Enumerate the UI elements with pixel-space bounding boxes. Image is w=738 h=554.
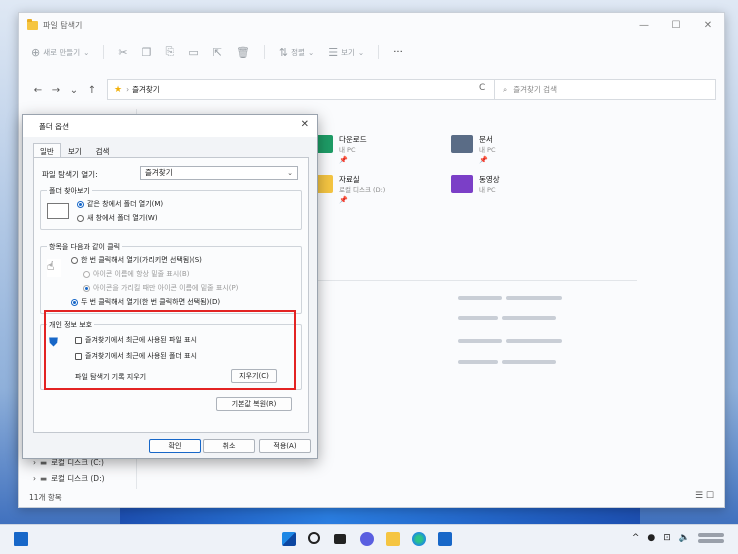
restore-defaults-button[interactable]: 기본값 복원(R) — [216, 397, 292, 411]
radio-underline-always[interactable]: 아이콘 이름에 항상 밑줄 표시(B) — [83, 269, 189, 279]
sidebar-item-disk-d[interactable]: › ▬ 로컬 디스크 (D:) — [33, 473, 105, 484]
sort-icon: ⇅ — [278, 45, 289, 59]
task-view-icon[interactable] — [334, 534, 346, 544]
quick-item-documents[interactable]: 문서 내 PC 📌 — [451, 135, 496, 165]
details-view-icon[interactable]: ☰ — [695, 491, 703, 501]
quick-item-downloads[interactable]: 다운로드 내 PC 📌 — [311, 135, 367, 165]
plus-icon: ⊕ — [31, 45, 41, 59]
quick-item-resources[interactable]: 자료실 로컬 디스크 (D:) 📌 — [311, 175, 385, 205]
radio-double-click[interactable]: 두 번 클릭해서 열기(한 번 클릭하면 선택됨)(D) — [71, 297, 220, 307]
close-button[interactable]: ✕ — [692, 13, 724, 37]
recent-file-row[interactable] — [458, 339, 562, 343]
forward-button[interactable]: → — [47, 85, 65, 96]
taskbar: ^ ● ⊡ 🔈 — [0, 524, 738, 554]
security-icon[interactable]: ● — [647, 533, 655, 543]
star-icon: ★ — [114, 84, 123, 95]
pin-icon: 📌 — [339, 156, 348, 164]
status-bar: 11개 항목 ☰ ☐ — [19, 487, 724, 507]
radio-single-click[interactable]: 한 번 클릭해서 열기(가리키면 선택됨)(S) — [71, 255, 202, 265]
start-icon[interactable] — [282, 532, 296, 546]
click-items-group: 항목을 다음과 같이 클릭 ☝ 한 번 클릭해서 열기(가리키면 선택됨)(S)… — [40, 242, 302, 314]
file-explorer-taskbar-icon[interactable] — [386, 532, 400, 546]
clock[interactable] — [698, 533, 724, 543]
address-path: 즐겨찾기 — [132, 85, 160, 94]
quick-item-videos[interactable]: 동영상 내 PC — [451, 175, 500, 195]
cut-icon[interactable]: ✂ — [118, 46, 127, 59]
search-icon[interactable] — [308, 532, 320, 544]
ok-button[interactable]: 확인 — [149, 439, 201, 453]
dialog-close-button[interactable]: ✕ — [301, 119, 309, 130]
recent-file-row[interactable] — [458, 316, 556, 320]
new-button[interactable]: ⊕ 새로 만들기 ⌄ — [31, 46, 89, 59]
view-icon: ☰ — [328, 45, 339, 59]
share-icon[interactable]: ⇱ — [213, 46, 222, 59]
paste-icon[interactable]: ⎘ — [166, 45, 175, 59]
widgets-icon[interactable] — [14, 532, 28, 546]
recent-file-row[interactable] — [458, 360, 556, 364]
title-bar: 파일 탐색기 — ☐ ✕ — [19, 13, 724, 37]
address-bar[interactable]: ★ › 즐겨찾기 — [107, 79, 503, 100]
recent-file-row[interactable] — [458, 296, 562, 300]
maximize-button[interactable]: ☐ — [660, 13, 692, 37]
dialog-title-bar: 폴더 옵션 ✕ — [23, 115, 317, 137]
videos-folder-icon — [451, 175, 473, 193]
up-button[interactable]: ↑ — [83, 85, 101, 96]
privacy-highlight-box — [44, 310, 296, 390]
volume-icon[interactable]: 🔈 — [679, 533, 690, 543]
apply-button[interactable]: 적용(A) — [259, 439, 311, 453]
open-explorer-label: 파일 탐색기 열기: — [42, 170, 98, 179]
pin-icon: 📌 — [339, 196, 348, 204]
rename-icon[interactable]: ▭ — [188, 46, 198, 59]
cancel-button[interactable]: 취소 — [203, 439, 255, 453]
chat-icon[interactable] — [360, 532, 374, 546]
copy-icon[interactable]: ❐ — [142, 46, 152, 59]
radio-same-window[interactable]: 같은 창에서 폴더 열기(M) — [77, 199, 163, 209]
sort-button[interactable]: ⇅ 정렬 ⌄ — [279, 46, 314, 59]
edge-icon[interactable] — [412, 532, 426, 546]
folder-options-dialog: 폴더 옵션 ✕ 일반 보기 검색 파일 탐색기 열기: 즐겨찾기 ⌄ 폴더 찾아… — [22, 114, 318, 459]
chevron-down-icon: ⌄ — [287, 169, 293, 177]
radio-new-window[interactable]: 새 창에서 폴더 열기(W) — [77, 213, 158, 223]
open-explorer-select[interactable]: 즐겨찾기 ⌄ — [140, 166, 298, 180]
store-icon[interactable] — [438, 532, 452, 546]
minimize-button[interactable]: — — [628, 13, 660, 37]
browse-folders-group: 폴더 찾아보기 같은 창에서 폴더 열기(M) 새 창에서 폴더 열기(W) — [40, 186, 302, 230]
command-bar: ⊕ 새로 만들기 ⌄ ✂ ❐ ⎘ ▭ ⇱ 🗑 ⇅ 정렬 ⌄ ☰ 보기 ⌄ ··· — [19, 39, 724, 65]
search-input[interactable]: ⌕ 즐겨찾기 검색 — [494, 79, 716, 100]
delete-icon[interactable]: 🗑 — [236, 46, 250, 59]
general-tab-panel: 파일 탐색기 열기: 즐겨찾기 ⌄ 폴더 찾아보기 같은 창에서 폴더 열기(M… — [33, 157, 309, 433]
back-button[interactable]: ← — [29, 85, 47, 96]
view-button[interactable]: ☰ 보기 ⌄ — [328, 46, 364, 59]
system-tray: ^ ● ⊡ 🔈 — [632, 533, 724, 543]
address-row: ← → ⌄ ↑ ★ › 즐겨찾기 C ⌕ 즐겨찾기 검색 — [19, 77, 724, 103]
pin-icon: 📌 — [479, 156, 488, 164]
recent-dropdown[interactable]: ⌄ — [65, 85, 83, 96]
cursor-click-icon: ☝ — [47, 259, 61, 277]
tiles-view-icon[interactable]: ☐ — [706, 491, 714, 501]
network-icon[interactable]: ⊡ — [663, 533, 671, 543]
folder-icon — [27, 18, 38, 30]
dialog-title: 폴더 옵션 — [39, 121, 69, 131]
chevron-up-icon[interactable]: ^ — [632, 533, 640, 543]
window-icon — [47, 203, 69, 219]
radio-underline-hover[interactable]: 아이콘을 가리킬 때만 아이콘 이름에 밑줄 표시(P) — [83, 283, 238, 293]
window-title: 파일 탐색기 — [43, 20, 83, 30]
more-button[interactable]: ··· — [393, 47, 403, 58]
refresh-button[interactable]: C — [479, 83, 485, 93]
item-count: 11개 항목 — [29, 492, 62, 502]
search-icon: ⌕ — [503, 84, 508, 94]
documents-folder-icon — [451, 135, 473, 153]
